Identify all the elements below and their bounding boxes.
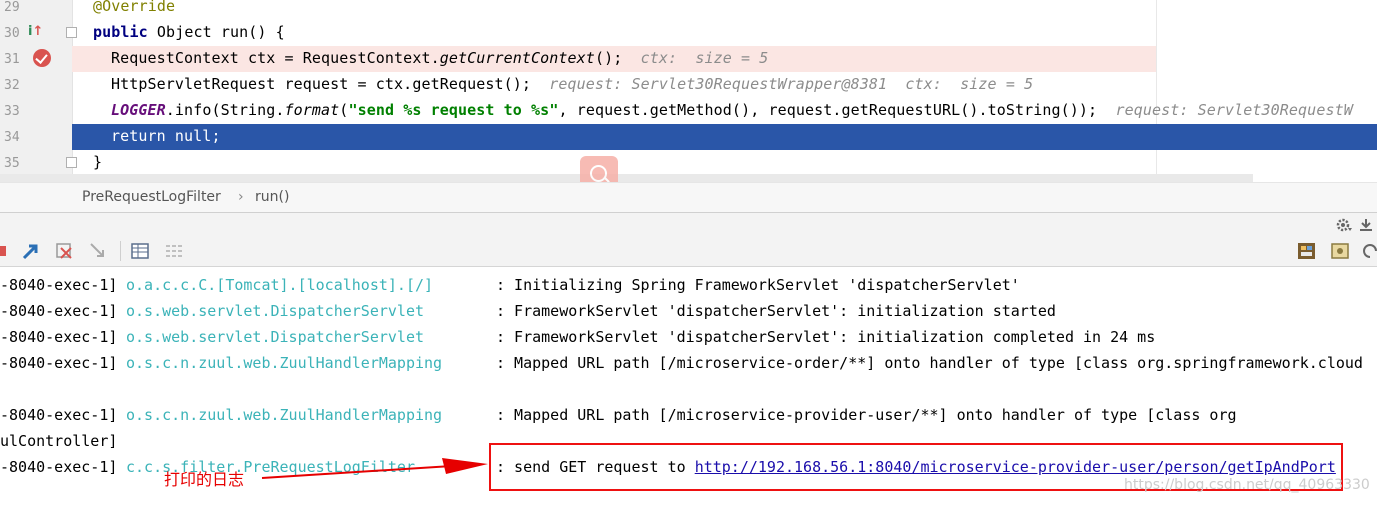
log-logger-name: o.s.c.n.zuul.web.ZuulHandlerMapping (126, 354, 443, 372)
code-text[interactable]: LOGGER.info(String.format("send %s reque… (111, 101, 1353, 119)
log-message: : FrameworkServlet 'dispatcherServlet': … (496, 302, 1056, 320)
step-over-icon[interactable] (22, 242, 40, 260)
code-line[interactable]: 32 HttpServletRequest request = ctx.getRe… (0, 72, 1377, 98)
code-token: } (93, 153, 103, 171)
log-thread: -8040-exec-1] (0, 302, 118, 320)
hide-panel-icon[interactable] (1359, 217, 1373, 233)
inline-debug-value: ctx: size = 5 (640, 49, 769, 67)
code-line[interactable]: 30 public Object run() { i↑ (0, 20, 1377, 46)
watermark: https://blog.csdn.net/qq_40963330 (1124, 477, 1370, 493)
code-token: public (93, 23, 148, 41)
toolbar-divider (120, 241, 121, 261)
line-number: 31 (4, 52, 20, 67)
log-line[interactable]: -8040-exec-1] o.s.web.servlet.DispatcherS… (0, 325, 1377, 351)
line-number: 35 (4, 156, 20, 171)
log-message-text: : Mapped URL path [/microservice-provide… (496, 406, 1237, 424)
code-token: @Override (93, 0, 176, 15)
rerun-icon[interactable] (0, 242, 18, 260)
log-message-text: : FrameworkServlet 'dispatcherServlet': … (496, 328, 1156, 346)
gear-icon[interactable] (1335, 217, 1353, 233)
breakpoint-icon[interactable] (33, 49, 51, 67)
log-thread: -8040-exec-1] (0, 458, 118, 476)
code-line[interactable]: 33 LOGGER.info(String.format("send %s req… (0, 98, 1377, 124)
log-logger-name: o.a.c.c.C.[Tomcat].[localhost].[/] (126, 276, 434, 294)
log-thread: -8040-exec-1] (0, 276, 118, 294)
step-into-icon[interactable] (55, 242, 73, 260)
trace-stream-icon[interactable] (164, 242, 182, 260)
code-token: return null; (111, 127, 221, 145)
code-text[interactable]: RequestContext ctx = RequestContext.getC… (111, 49, 768, 67)
code-token: Object run() { (147, 23, 285, 41)
log-message: : Mapped URL path [/microservice-provide… (496, 406, 1237, 424)
log-thread: -8040-exec-1] (0, 354, 118, 372)
code-text[interactable]: public Object run() { (93, 23, 285, 41)
line-number: 33 (4, 104, 20, 119)
code-token: "send %s request to %s" (348, 101, 559, 119)
breadcrumb-class[interactable]: PreRequestLogFilter (82, 189, 221, 205)
run-panel-header (0, 212, 1377, 237)
log-message: : Mapped URL path [/microservice-order/*… (496, 354, 1363, 372)
annotation-label: 打印的日志 (164, 470, 245, 489)
code-editor[interactable]: 31 34 29 @Override 30 public Object run() { i… (0, 0, 1377, 174)
editor-horizontal-scrollbar[interactable] (0, 174, 1253, 182)
code-text[interactable]: return null; (111, 127, 221, 145)
code-token: , request.getMethod(), request.getReques… (558, 101, 1116, 119)
log-message-text: : Mapped URL path [/microservice-order/*… (496, 354, 1363, 372)
code-token: format (284, 101, 340, 119)
log-line[interactable]: -8040-exec-1] o.s.c.n.zuul.web.ZuulHandle… (0, 403, 1377, 429)
log-logger-name: o.s.web.servlet.DispatcherServlet (126, 302, 425, 320)
line-number: 32 (4, 78, 20, 93)
log-message-text: : FrameworkServlet 'dispatcherServlet': … (496, 302, 1056, 320)
log-line[interactable]: -8040-exec-1] o.s.web.servlet.DispatcherS… (0, 299, 1377, 325)
fold-icon[interactable] (66, 27, 77, 38)
code-token: getCurrentContext (439, 49, 595, 67)
log-line[interactable] (0, 377, 1377, 403)
log-line[interactable]: -8040-exec-1] o.s.c.n.zuul.web.ZuulHandle… (0, 351, 1377, 377)
code-text[interactable]: HttpServletRequest request = ctx.getRequ… (111, 75, 1033, 93)
console-toolbar (0, 236, 1377, 267)
restore-layout-icon[interactable] (1297, 242, 1315, 260)
log-line[interactable]: -8040-exec-1] o.a.c.c.C.[Tomcat].[localho… (0, 273, 1377, 299)
line-number: 30 (4, 26, 20, 41)
override-marker-icon[interactable]: i↑ (28, 24, 48, 42)
evaluate-expression-icon[interactable] (131, 242, 149, 260)
code-line[interactable]: 35} (0, 150, 1377, 174)
code-token: (); (594, 49, 641, 67)
breadcrumb: PreRequestLogFilter › run() (0, 182, 1377, 213)
line-number: 34 (4, 130, 20, 145)
settings-panel-icon[interactable] (1331, 242, 1349, 260)
log-thread: ulController] (0, 432, 118, 450)
inline-debug-value: request: Servlet30RequestW (1115, 101, 1353, 119)
log-logger-name: o.s.web.servlet.DispatcherServlet (126, 328, 425, 346)
code-text[interactable]: @Override (93, 0, 175, 15)
breadcrumb-method[interactable]: run() (255, 189, 289, 205)
breadcrumb-separator: › (238, 189, 244, 205)
log-message: : FrameworkServlet 'dispatcherServlet': … (496, 328, 1155, 346)
refresh-icon[interactable] (1362, 242, 1377, 260)
code-token: RequestContext ctx = RequestContext. (111, 49, 440, 67)
step-out-icon[interactable] (89, 242, 107, 260)
code-token: .info(String. (165, 101, 285, 119)
log-thread: -8040-exec-1] (0, 406, 118, 424)
code-token: LOGGER (111, 101, 166, 119)
log-message-text: : Initializing Spring FrameworkServlet '… (496, 276, 1020, 294)
inline-debug-value: request: Servlet30RequestWrapper@8381 ct… (549, 75, 1034, 93)
code-text[interactable]: } (93, 153, 102, 171)
code-line[interactable]: 31RequestContext ctx = RequestContext.ge… (33, 46, 1156, 72)
code-line[interactable]: 29 @Override (0, 0, 1377, 20)
log-message: : Initializing Spring FrameworkServlet '… (496, 276, 1020, 294)
code-line[interactable]: 34return null; (72, 124, 1377, 150)
code-token: HttpServletRequest request = ctx.getRequ… (111, 75, 550, 93)
log-thread: -8040-exec-1] (0, 328, 118, 346)
fold-icon[interactable] (66, 157, 77, 168)
log-logger-name: o.s.c.n.zuul.web.ZuulHandlerMapping (126, 406, 443, 424)
line-number: 29 (4, 0, 20, 15)
